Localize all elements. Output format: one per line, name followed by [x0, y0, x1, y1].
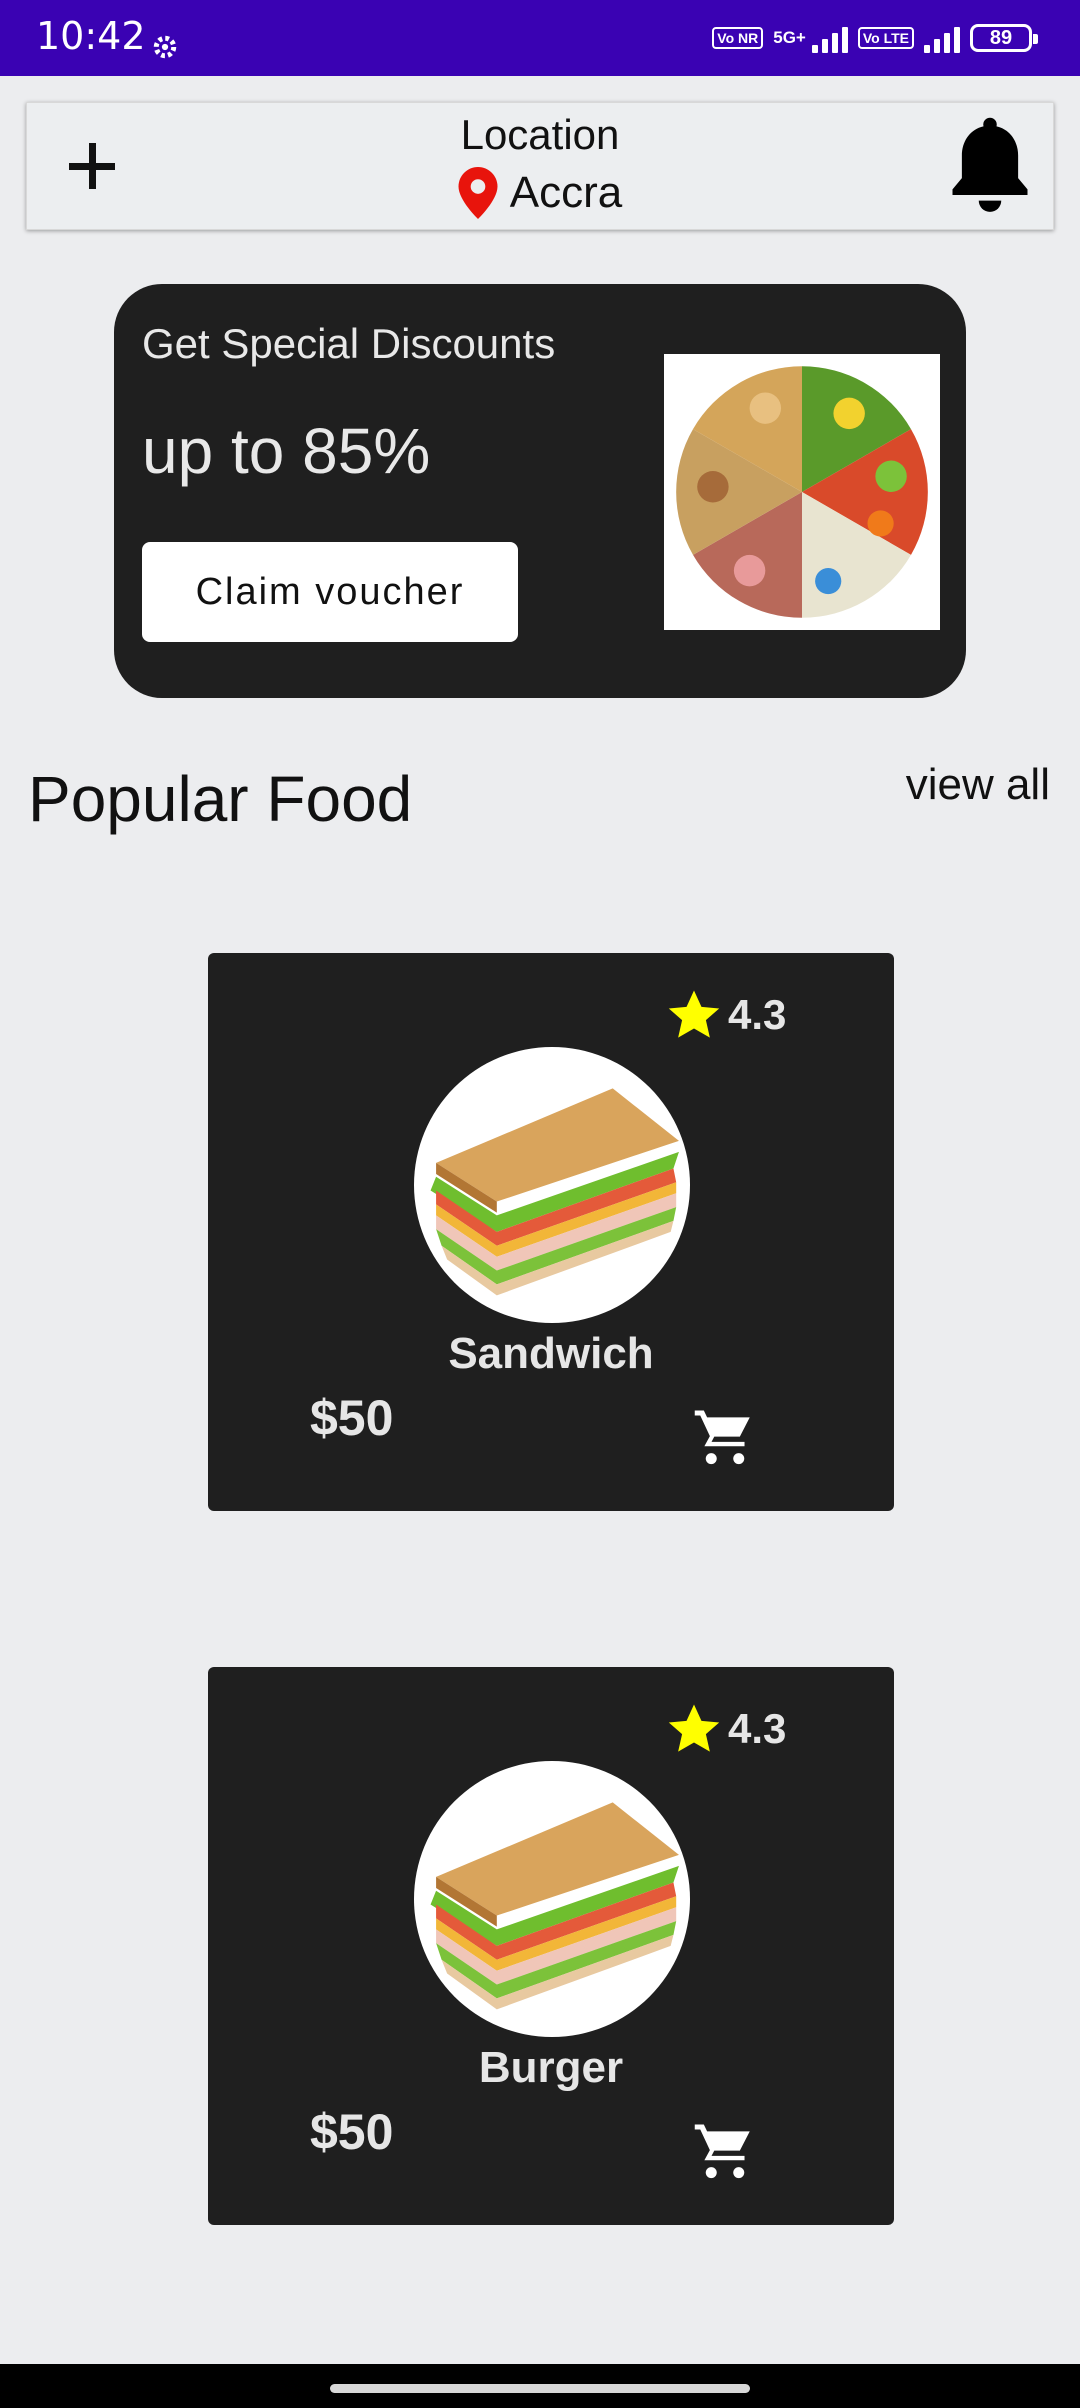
- promo-discount: up to 85%: [142, 415, 431, 487]
- rating: 4.3: [666, 1701, 786, 1757]
- star-icon: [668, 1704, 720, 1752]
- bell-icon[interactable]: [945, 115, 1035, 215]
- lte-badge: Vo LTE: [857, 27, 914, 49]
- claim-voucher-button[interactable]: Claim voucher: [142, 542, 518, 642]
- food-name: Sandwich: [448, 1329, 654, 1378]
- settings-gear-icon: [153, 35, 177, 59]
- signal-icon-2: [924, 23, 960, 53]
- food-card[interactable]: 4.3 Sandwich $50: [208, 953, 894, 1511]
- food-price: $50: [310, 2104, 394, 2160]
- rating: 4.3: [666, 987, 786, 1043]
- food-price: $50: [310, 1390, 394, 1446]
- section-title: Popular Food: [28, 763, 413, 835]
- sandwich-illustration: [430, 1802, 679, 2010]
- home-gesture-handle[interactable]: [330, 2384, 750, 2393]
- rating-value: 4.3: [728, 1705, 787, 1752]
- food-image: [414, 1761, 690, 2037]
- network-type: 5G+: [773, 28, 806, 47]
- food-wheel-graphic: [676, 366, 928, 618]
- promo-title: Get Special Discounts: [142, 320, 556, 367]
- food-image: [414, 1047, 690, 1323]
- battery-icon: 89: [970, 24, 1038, 52]
- system-nav-bar: [0, 2364, 1080, 2408]
- volte-badge: Vo NR: [712, 27, 764, 49]
- food-card[interactable]: 4.3 Burger $50: [208, 1667, 894, 2225]
- signal-icon: [811, 23, 848, 53]
- status-time: 10:42: [36, 14, 146, 58]
- promo-card: Get Special Discounts up to 85% Claim vo…: [114, 284, 966, 698]
- food-groups-image: [664, 354, 940, 630]
- status-bar: 10:42 Vo NR 5G+ Vo LTE 89: [0, 0, 1080, 76]
- location-city: Accra: [509, 168, 623, 217]
- food-name: Burger: [478, 2043, 624, 2092]
- cart-icon[interactable]: [692, 2119, 758, 2185]
- cart-icon[interactable]: [692, 1405, 758, 1471]
- top-app-bar: Location Accra: [26, 102, 1054, 230]
- rating-value: 4.3: [728, 991, 787, 1038]
- map-pin-icon: [458, 167, 498, 219]
- location-selector[interactable]: Accra: [27, 167, 1053, 219]
- status-icons: Vo NR 5G+ Vo LTE 89: [712, 16, 1038, 60]
- sandwich-illustration: [430, 1088, 679, 1296]
- star-icon: [668, 990, 720, 1038]
- location-title: Location: [460, 111, 620, 158]
- view-all-link[interactable]: view all: [906, 760, 1050, 810]
